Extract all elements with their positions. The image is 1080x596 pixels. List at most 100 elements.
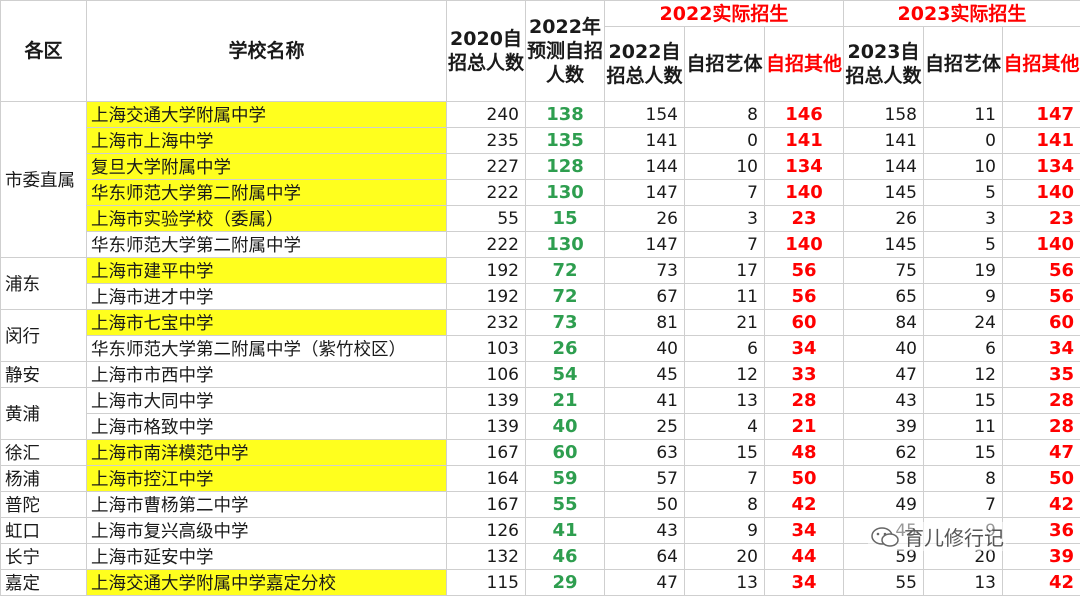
table-row: 上海市格致中学1394025421391128 [1, 414, 1080, 440]
school-name-cell: 上海交通大学附属中学嘉定分校 [87, 570, 447, 596]
table-row: 杨浦上海市控江中学164595775058850 [1, 466, 1080, 492]
art-2022-cell: 13 [685, 388, 765, 414]
other-2023-cell: 141 [1003, 128, 1080, 154]
art-2022-cell: 7 [685, 232, 765, 258]
district-cell: 普陀 [1, 492, 87, 518]
other-2022-cell: 44 [765, 544, 844, 570]
other-2022-cell: 33 [765, 362, 844, 388]
school-name-cell: 上海市七宝中学 [87, 310, 447, 336]
table-row: 普陀上海市曹杨第二中学167555084249742 [1, 492, 1080, 518]
school-name-cell: 上海市格致中学 [87, 414, 447, 440]
table-row: 静安上海市市西中学10654451233471235 [1, 362, 1080, 388]
total-2023-cell: 141 [844, 128, 924, 154]
district-cell: 闵行 [1, 310, 87, 362]
total-2023-cell: 39 [844, 414, 924, 440]
total-2023-cell: 145 [844, 180, 924, 206]
school-name-cell: 上海市建平中学 [87, 258, 447, 284]
total-2022-cell: 50 [605, 492, 685, 518]
total-2022-cell: 73 [605, 258, 685, 284]
wechat-icon [870, 526, 900, 548]
school-name-cell: 上海交通大学附属中学 [87, 102, 447, 128]
total-2022-cell: 26 [605, 206, 685, 232]
other-2023-cell: 23 [1003, 206, 1080, 232]
art-2022-cell: 21 [685, 310, 765, 336]
other-2022-cell: 28 [765, 388, 844, 414]
table-row: 华东师范大学第二附属中学（紫竹校区）103264063440634 [1, 336, 1080, 362]
school-name-cell: 上海市延安中学 [87, 544, 447, 570]
district-cell: 嘉定 [1, 570, 87, 596]
total-2022-cell: 41 [605, 388, 685, 414]
art-2023-cell: 13 [924, 570, 1003, 596]
total-2020-cell: 222 [447, 232, 526, 258]
other-2023-cell: 56 [1003, 284, 1080, 310]
art-2022-cell: 10 [685, 154, 765, 180]
admissions-table: 各区 学校名称 2020自招总人数 2022年预测自招人数 2022实际招生 2… [0, 0, 1080, 596]
other-2022-cell: 60 [765, 310, 844, 336]
art-2023-cell: 5 [924, 232, 1003, 258]
predicted-2022-cell: 46 [526, 544, 605, 570]
other-2023-cell: 56 [1003, 258, 1080, 284]
total-2023-cell: 62 [844, 440, 924, 466]
predicted-2022-cell: 54 [526, 362, 605, 388]
header-group-2023: 2023实际招生 [844, 1, 1080, 27]
total-2023-cell: 158 [844, 102, 924, 128]
table-row: 浦东上海市建平中学19272731756751956 [1, 258, 1080, 284]
district-cell: 杨浦 [1, 466, 87, 492]
art-2022-cell: 6 [685, 336, 765, 362]
total-2023-cell: 145 [844, 232, 924, 258]
predicted-2022-cell: 59 [526, 466, 605, 492]
art-2022-cell: 17 [685, 258, 765, 284]
total-2020-cell: 192 [447, 284, 526, 310]
other-2023-cell: 140 [1003, 180, 1080, 206]
total-2022-cell: 147 [605, 232, 685, 258]
art-2023-cell: 15 [924, 440, 1003, 466]
other-2023-cell: 35 [1003, 362, 1080, 388]
total-2020-cell: 139 [447, 414, 526, 440]
total-2022-cell: 154 [605, 102, 685, 128]
table-row: 华东师范大学第二附属中学22213014771401455140 [1, 232, 1080, 258]
total-2023-cell: 43 [844, 388, 924, 414]
school-name-cell: 华东师范大学第二附属中学 [87, 232, 447, 258]
other-2023-cell: 47 [1003, 440, 1080, 466]
other-2023-cell: 50 [1003, 466, 1080, 492]
school-name-cell: 上海市上海中学 [87, 128, 447, 154]
total-2020-cell: 126 [447, 518, 526, 544]
school-name-cell: 上海市控江中学 [87, 466, 447, 492]
school-name-cell: 华东师范大学第二附属中学 [87, 180, 447, 206]
header-2020-total: 2020自招总人数 [447, 1, 526, 102]
total-2020-cell: 164 [447, 466, 526, 492]
district-cell: 静安 [1, 362, 87, 388]
school-name-cell: 上海市大同中学 [87, 388, 447, 414]
other-2022-cell: 34 [765, 336, 844, 362]
total-2023-cell: 75 [844, 258, 924, 284]
art-2022-cell: 8 [685, 492, 765, 518]
total-2022-cell: 40 [605, 336, 685, 362]
total-2020-cell: 103 [447, 336, 526, 362]
other-2023-cell: 39 [1003, 544, 1080, 570]
other-2023-cell: 36 [1003, 518, 1080, 544]
school-name-cell: 华东师范大学第二附属中学（紫竹校区） [87, 336, 447, 362]
predicted-2022-cell: 21 [526, 388, 605, 414]
total-2022-cell: 147 [605, 180, 685, 206]
school-name-cell: 上海市南洋模范中学 [87, 440, 447, 466]
total-2023-cell: 40 [844, 336, 924, 362]
art-2022-cell: 15 [685, 440, 765, 466]
art-2023-cell: 6 [924, 336, 1003, 362]
total-2023-cell: 47 [844, 362, 924, 388]
total-2020-cell: 167 [447, 440, 526, 466]
header-2023-total: 2023自招总人数 [844, 27, 924, 102]
watermark-text: 育儿修行记 [904, 522, 1004, 551]
total-2022-cell: 141 [605, 128, 685, 154]
other-2023-cell: 28 [1003, 388, 1080, 414]
art-2023-cell: 5 [924, 180, 1003, 206]
total-2023-cell: 26 [844, 206, 924, 232]
header-2023-other: 自招其他 [1003, 27, 1080, 102]
district-cell: 徐汇 [1, 440, 87, 466]
art-2023-cell: 11 [924, 414, 1003, 440]
table-row: 黄浦上海市大同中学13921411328431528 [1, 388, 1080, 414]
total-2020-cell: 115 [447, 570, 526, 596]
other-2022-cell: 21 [765, 414, 844, 440]
header-2022-predicted: 2022年预测自招人数 [526, 1, 605, 102]
school-name-cell: 上海市曹杨第二中学 [87, 492, 447, 518]
total-2020-cell: 55 [447, 206, 526, 232]
